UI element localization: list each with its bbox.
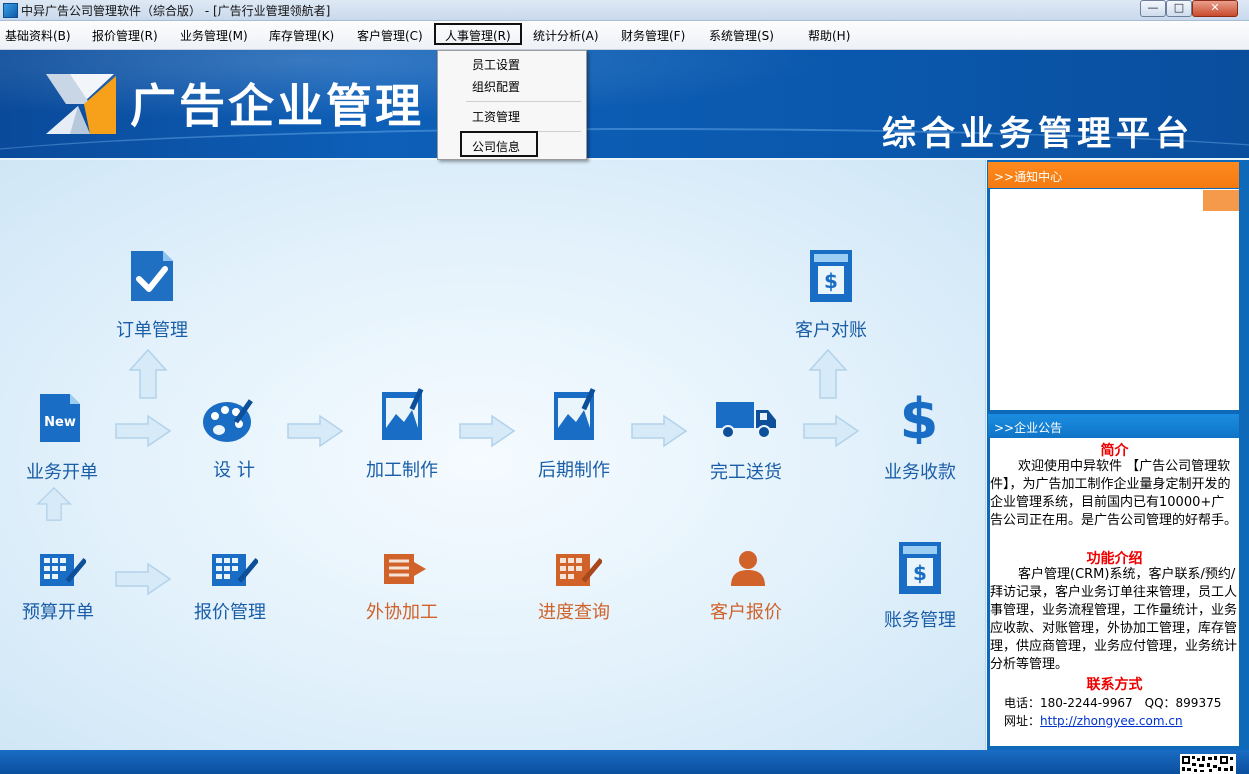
contact-site: 网址：http://zhongyee.com.cn: [1004, 712, 1183, 729]
dd-company-info-highlight: [460, 131, 538, 157]
label-accounts[interactable]: 账务管理: [880, 606, 960, 632]
label-budget[interactable]: 预算开单: [18, 598, 98, 624]
image-edit-icon[interactable]: [380, 388, 426, 442]
app-icon: [3, 3, 18, 18]
truck-icon[interactable]: [714, 398, 778, 442]
order-icon[interactable]: [129, 249, 175, 303]
minimize-button[interactable]: —: [1140, 0, 1166, 17]
menu-hr-highlight: [434, 23, 522, 45]
arrow-right-icon: [803, 414, 860, 448]
menu-quote-mgmt[interactable]: 报价管理(R): [92, 27, 158, 44]
features-title: 功能介绍: [1086, 551, 1143, 567]
intro-title: 简介: [1100, 443, 1129, 459]
banner-title: 广告企业管理: [130, 79, 424, 133]
dd-separator: [466, 101, 581, 102]
hr-dropdown-menu: 员工设置 组织配置 工资管理 公司信息: [437, 50, 587, 160]
dd-payroll[interactable]: 工资管理: [472, 108, 520, 125]
calculator-icon[interactable]: [38, 552, 86, 588]
label-reconcile[interactable]: 客户对账: [791, 316, 871, 342]
contact-phone: 电话：180-2244-9967 QQ：899375: [1004, 696, 1222, 710]
label-customer-quote[interactable]: 客户报价: [706, 598, 786, 624]
label-outsource[interactable]: 外协加工: [362, 598, 442, 624]
arrow-right-icon: [631, 414, 688, 448]
menu-inventory-mgmt[interactable]: 库存管理(K): [269, 27, 334, 44]
features-text: 客户管理(CRM)系统，客户联系/预约/拜访记录，客户业务订单往来管理，员工人事…: [990, 567, 1238, 672]
announcement-title: >>企业公告: [994, 421, 1063, 435]
site-link[interactable]: http://zhongyee.com.cn: [1040, 714, 1183, 728]
maximize-button[interactable]: □: [1166, 0, 1192, 17]
label-processing[interactable]: 加工制作: [362, 456, 442, 482]
workflow-area: 订单管理 New 业务开单 设 计 加工制作 后期制作 完工送货 $ 客户对账 …: [0, 160, 986, 750]
ledger-icon[interactable]: $: [808, 248, 854, 304]
menu-statistics[interactable]: 统计分析(A): [533, 27, 599, 44]
user-icon[interactable]: [728, 548, 768, 588]
label-delivery[interactable]: 完工送货: [706, 458, 786, 484]
label-quote-mgmt[interactable]: 报价管理: [190, 598, 270, 624]
status-bar: [0, 750, 1249, 774]
svg-text:$: $: [824, 269, 838, 293]
label-post-production[interactable]: 后期制作: [534, 456, 614, 482]
zy-logo-icon: [46, 74, 116, 134]
label-business-open[interactable]: 业务开单: [22, 458, 102, 484]
svg-text:$: $: [913, 561, 927, 585]
palette-icon[interactable]: [201, 396, 257, 444]
notice-center-title: >>通知中心: [994, 170, 1063, 184]
arrow-right-icon: [287, 414, 344, 448]
menu-customer-mgmt[interactable]: 客户管理(C): [357, 27, 423, 44]
dd-org-config[interactable]: 组织配置: [472, 78, 520, 95]
label-collection[interactable]: 业务收款: [880, 458, 960, 484]
menu-help[interactable]: 帮助(H): [808, 27, 850, 44]
arrow-right-icon: [459, 414, 516, 448]
notice-tab[interactable]: [1203, 190, 1239, 211]
site-label: 网址：: [1004, 714, 1041, 728]
ledger-icon[interactable]: $: [897, 540, 943, 596]
announcement-header[interactable]: >>企业公告: [988, 414, 1239, 438]
menu-basic-data[interactable]: 基础资料(B): [5, 27, 71, 44]
document-arrow-icon[interactable]: [382, 552, 428, 586]
menu-business-mgmt[interactable]: 业务管理(M): [180, 27, 248, 44]
menu-system-mgmt[interactable]: 系统管理(S): [709, 27, 774, 44]
qr-code-icon: [1180, 754, 1236, 774]
menu-finance-mgmt[interactable]: 财务管理(F): [621, 27, 685, 44]
banner-subtitle: 综合业务管理平台: [882, 114, 1194, 154]
label-design[interactable]: 设 计: [194, 456, 274, 482]
intro-text: 欢迎使用中异软件 【广告公司管理软件】，为广告加工制作企业量身定制开发的企业管理…: [990, 459, 1238, 528]
calculator-icon[interactable]: [210, 552, 258, 588]
arrow-right-icon: [115, 414, 172, 448]
banner: 广告企业管理 综合业务管理平台: [0, 50, 1249, 158]
notice-center-header[interactable]: >>通知中心: [988, 162, 1239, 188]
menu-bar: 基础资料(B) 报价管理(R) 业务管理(M) 库存管理(K) 客户管理(C) …: [0, 21, 1249, 50]
title-bar: 中异广告公司管理软件（综合版） - [广告行业管理领航者] — □ ✕: [0, 0, 1249, 21]
dd-staff-settings[interactable]: 员工设置: [472, 56, 520, 73]
arrow-up-icon: [36, 486, 72, 521]
label-progress[interactable]: 进度查询: [534, 598, 614, 624]
arrow-up-icon: [128, 348, 168, 399]
arrow-right-icon: [115, 562, 172, 596]
close-button[interactable]: ✕: [1192, 0, 1238, 17]
arrow-up-icon: [808, 348, 848, 399]
announcement-body: 简介 欢迎使用中异软件 【广告公司管理软件】，为广告加工制作企业量身定制开发的企…: [990, 438, 1239, 746]
new-badge-text: New: [44, 415, 76, 430]
new-document-icon[interactable]: New: [38, 392, 82, 444]
label-order-mgmt[interactable]: 订单管理: [112, 316, 192, 342]
dollar-icon[interactable]: $: [894, 388, 944, 444]
calculator-orange-icon[interactable]: [554, 552, 602, 588]
notice-center-body: [990, 189, 1239, 410]
window-title: 中异广告公司管理软件（综合版） - [广告行业管理领航者]: [21, 4, 331, 18]
image-edit-icon[interactable]: [552, 388, 598, 442]
contact-title: 联系方式: [1086, 677, 1143, 693]
svg-text:$: $: [900, 388, 939, 444]
